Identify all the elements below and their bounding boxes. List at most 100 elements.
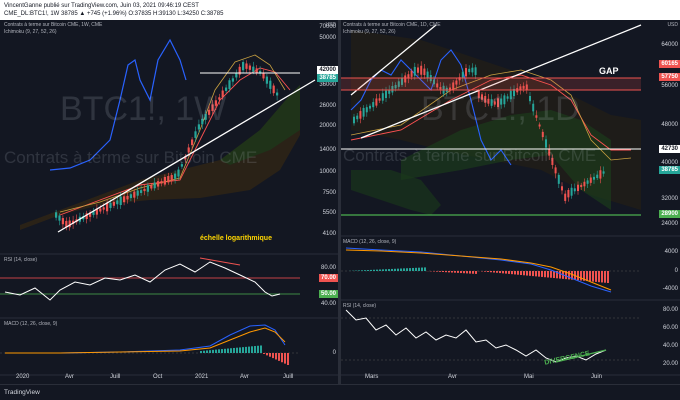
histogram-bar bbox=[382, 269, 384, 271]
histogram-bar bbox=[520, 271, 522, 275]
macd-title-weekly: MACD (12, 26, close, 9) bbox=[4, 321, 58, 327]
histogram-bar bbox=[445, 271, 447, 273]
y-tick: 5500 bbox=[322, 210, 336, 216]
daily-chart-svg bbox=[341, 24, 680, 376]
x-tick: Mai bbox=[524, 374, 534, 380]
histogram-bar bbox=[451, 271, 453, 273]
histogram-bar bbox=[409, 268, 411, 271]
histogram-bar bbox=[535, 271, 537, 277]
histogram-bar bbox=[517, 271, 519, 275]
histogram-bar bbox=[511, 271, 513, 275]
histogram-bar bbox=[397, 268, 399, 271]
histogram-bar bbox=[388, 269, 390, 271]
x-tick: Juill bbox=[110, 374, 121, 380]
y-tick: 24000 bbox=[661, 221, 678, 227]
histogram-bar bbox=[547, 271, 549, 278]
histogram-bar bbox=[403, 268, 405, 271]
macd-tick: 0 bbox=[332, 350, 336, 356]
histogram-bar bbox=[376, 269, 378, 271]
rsi-divergence-line bbox=[199, 257, 241, 266]
histogram-bar bbox=[514, 271, 516, 275]
histogram-bar bbox=[212, 349, 214, 353]
histogram-bar bbox=[400, 268, 402, 271]
weekly-chart-svg bbox=[0, 38, 338, 376]
histogram-bar bbox=[278, 353, 280, 361]
histogram-bar bbox=[598, 271, 600, 283]
rsi-title-weekly: RSI (14, close) bbox=[4, 257, 38, 263]
daily-title: Contrats à terme sur Bitcoin CME, 1D, CM… bbox=[343, 22, 441, 28]
histogram-bar bbox=[284, 353, 286, 364]
histogram-bar bbox=[385, 269, 387, 271]
histogram-bar bbox=[559, 271, 561, 279]
histogram-bar bbox=[436, 271, 438, 272]
log-scale-annotation: échelle logarithmique bbox=[200, 235, 272, 242]
histogram-bar bbox=[586, 271, 588, 282]
histogram-bar bbox=[553, 271, 555, 279]
histogram-bar bbox=[568, 271, 570, 280]
histogram-bar bbox=[490, 271, 492, 273]
y-tick: 70000 bbox=[319, 24, 336, 30]
gap-label: GAP bbox=[599, 66, 619, 76]
histogram-bar bbox=[526, 271, 528, 276]
x-tick: Avr bbox=[65, 374, 74, 380]
histogram-bar bbox=[248, 346, 250, 353]
weekly-chart-panel[interactable]: Contrats à terme sur Bitcoin CME, 1W, CM… bbox=[0, 20, 338, 384]
histogram-bar bbox=[493, 271, 495, 273]
x-tick: Oct bbox=[153, 374, 163, 380]
rsi-tick: 80.00 bbox=[320, 265, 336, 271]
price-tag-60165: 60165 bbox=[659, 60, 680, 68]
rsi-tick: 40.00 bbox=[662, 343, 678, 349]
price-tag-57750: 57750 bbox=[659, 73, 680, 81]
histogram-bar bbox=[487, 271, 489, 272]
histogram-bar bbox=[544, 271, 546, 278]
histogram-bar bbox=[257, 345, 259, 353]
histogram-bar bbox=[254, 346, 256, 353]
histogram-bar bbox=[601, 271, 603, 283]
rsi-tick: 20.00 bbox=[662, 361, 678, 367]
histogram-bar bbox=[448, 271, 450, 273]
daily-indicator: Ichimoku (9, 27, 52, 26) bbox=[343, 29, 396, 35]
histogram-bar bbox=[245, 346, 247, 353]
histogram-bar bbox=[230, 348, 232, 353]
histogram-bar bbox=[415, 267, 417, 271]
y-tick: 48000 bbox=[661, 122, 678, 128]
daily-currency: USD bbox=[667, 22, 678, 28]
histogram-bar bbox=[391, 268, 393, 271]
histogram-bar bbox=[367, 270, 369, 271]
histogram-bar bbox=[541, 271, 543, 277]
histogram-bar bbox=[370, 269, 372, 271]
x-tick: Avr bbox=[240, 374, 249, 380]
price-tag-38785-daily: 38785 bbox=[659, 166, 680, 174]
gap-zone bbox=[341, 78, 641, 90]
histogram-bar bbox=[412, 267, 414, 271]
histogram-bar bbox=[508, 271, 510, 274]
histogram-bar bbox=[529, 271, 531, 276]
macd-tick: -4000 bbox=[662, 286, 678, 292]
weekly-title: Contrats à terme sur Bitcoin CME, 1W, CM… bbox=[4, 22, 103, 28]
histogram-bar bbox=[218, 349, 220, 353]
histogram-bar bbox=[550, 271, 552, 278]
daily-chart-panel[interactable]: Contrats à terme sur Bitcoin CME, 1D, CM… bbox=[341, 20, 680, 384]
weekly-watermark-main: BTC1!, 1W bbox=[60, 90, 227, 128]
histogram-bar bbox=[496, 271, 498, 273]
histogram-bar bbox=[281, 353, 283, 363]
macd-tick: 0 bbox=[674, 268, 678, 274]
author-line: VincentGanne publié sur TradingView.com,… bbox=[4, 3, 199, 9]
histogram-bar bbox=[604, 271, 606, 283]
histogram-bar bbox=[224, 348, 226, 353]
histogram-bar bbox=[484, 271, 486, 272]
histogram-bar bbox=[592, 271, 594, 282]
histogram-bar bbox=[263, 353, 265, 354]
histogram-bar bbox=[236, 347, 238, 353]
tradingview-logo[interactable]: TradingView bbox=[4, 389, 40, 396]
histogram-bar bbox=[595, 271, 597, 282]
price-tag-42730: 42730 bbox=[659, 145, 680, 153]
daily-watermark-sub: Contrats à terme sur Bitcoin CME bbox=[343, 146, 597, 165]
histogram-bar bbox=[260, 345, 262, 353]
y-tick: 36000 bbox=[319, 82, 336, 88]
histogram-bar bbox=[466, 271, 468, 274]
rsi-tick: 60.00 bbox=[662, 325, 678, 331]
histogram-bar bbox=[580, 271, 582, 281]
daily-watermark-main: BTC1!, 1D bbox=[421, 90, 580, 128]
histogram-bar bbox=[266, 353, 268, 356]
